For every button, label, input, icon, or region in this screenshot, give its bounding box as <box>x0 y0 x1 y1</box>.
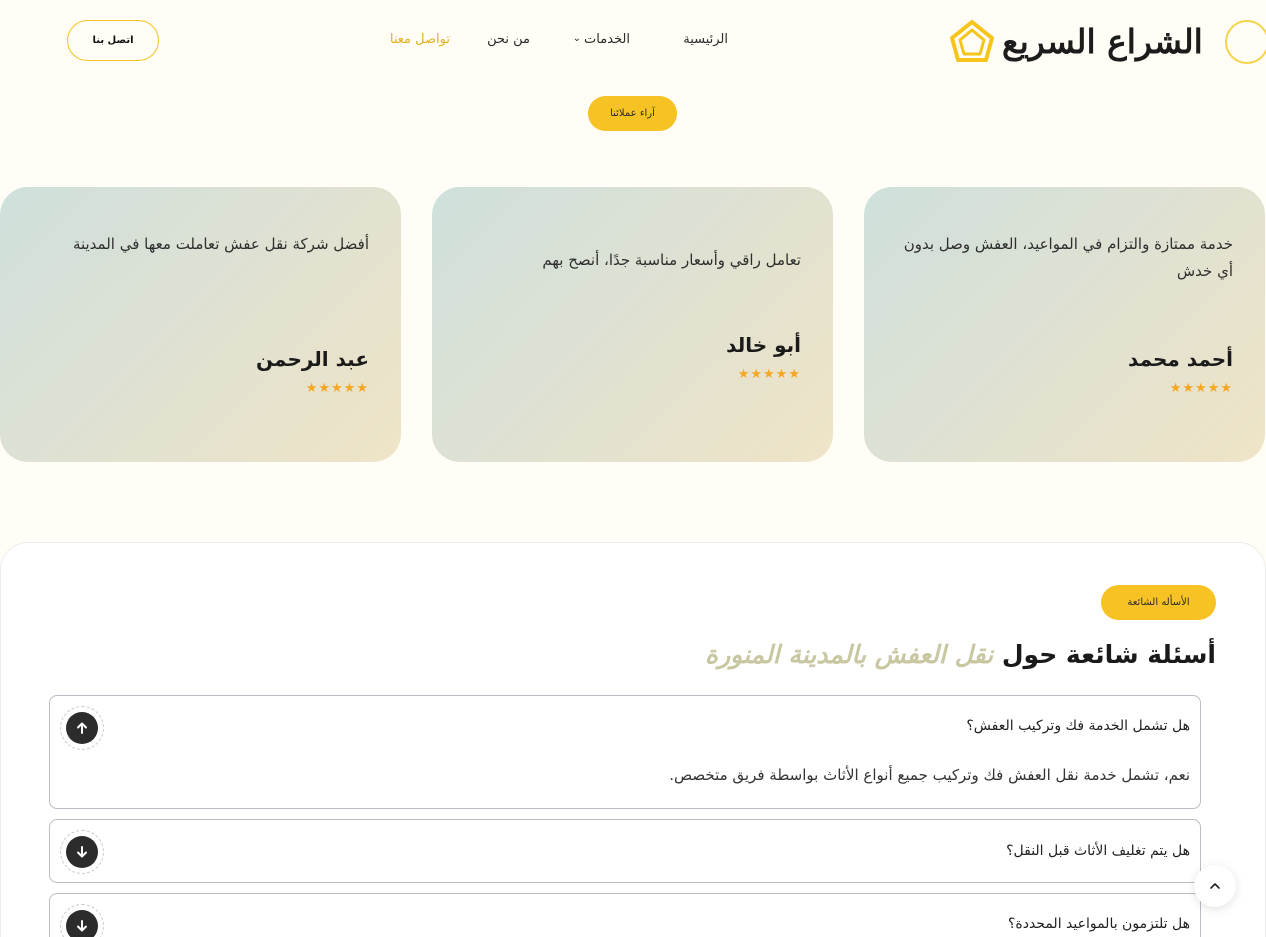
nav-home[interactable]: الرئيسية <box>683 32 728 47</box>
logo-text: الشراع السريع <box>1002 21 1204 61</box>
testimonial-card: أفضل شركة نقل عفش تعاملت معها في المدينة… <box>0 187 401 462</box>
decorative-circle <box>1225 20 1266 64</box>
house-logo-icon <box>950 20 994 62</box>
testimonial-card: خدمة ممتازة والتزام في المواعيد، العفش و… <box>864 187 1265 462</box>
arrow-down-circle-icon <box>66 836 98 868</box>
faq-pill: الأسأله الشائعة <box>1101 585 1216 620</box>
faq-title-plain: أسئلة شائعة حول <box>1001 640 1216 669</box>
testimonial-name: عبد الرحمن <box>256 347 369 371</box>
nav-services[interactable]: الخدمات ⌄ <box>573 32 630 47</box>
faq-question[interactable]: هل يتم تغليف الأثاث قبل النقل؟ <box>1006 843 1190 859</box>
faq-item[interactable]: هل يتم تغليف الأثاث قبل النقل؟ <box>49 819 1201 883</box>
faq-expand-toggle[interactable] <box>60 904 104 937</box>
testimonials-pill: آراء عملائنا <box>588 96 677 131</box>
main-nav: الرئيسية الخدمات ⌄ من نحن تواصل معنا <box>360 32 740 52</box>
nav-contact[interactable]: تواصل معنا <box>390 32 450 47</box>
site-header: الشراع السريع الرئيسية الخدمات ⌄ من نحن … <box>0 0 1266 84</box>
testimonial-name: أبو خالد <box>726 333 801 357</box>
faq-collapse-toggle[interactable] <box>60 706 104 750</box>
faq-answer: نعم، تشمل خدمة نقل العفش فك وتركيب جميع … <box>669 766 1190 784</box>
star-rating: ★★★★★ <box>305 381 369 396</box>
testimonial-name: أحمد محمد <box>1128 347 1233 371</box>
star-rating: ★★★★★ <box>1169 381 1233 396</box>
faq-expand-toggle[interactable] <box>60 830 104 874</box>
arrow-up-circle-icon <box>66 712 98 744</box>
nav-about[interactable]: من نحن <box>487 32 530 47</box>
testimonial-card: تعامل راقي وأسعار مناسبة جدًا، أنصح بهم … <box>432 187 833 462</box>
star-rating: ★★★★★ <box>737 367 801 382</box>
call-us-button[interactable]: اتصل بنا <box>67 20 159 61</box>
testimonial-quote: خدمة ممتازة والتزام في المواعيد، العفش و… <box>903 235 1233 280</box>
faq-title: أسئلة شائعة حول نقل العفش بالمدينة المنو… <box>705 640 1216 669</box>
faq-question[interactable]: هل تشمل الخدمة فك وتركيب العفش؟ <box>966 718 1190 734</box>
back-to-top-button[interactable] <box>1194 865 1236 907</box>
site-logo[interactable]: الشراع السريع <box>948 18 1208 64</box>
faq-item[interactable]: هل تلتزمون بالمواعيد المحددة؟ <box>49 893 1201 937</box>
chevron-down-icon: ⌄ <box>572 33 582 44</box>
faq-title-accent: نقل العفش بالمدينة المنورة <box>705 640 994 669</box>
arrow-down-circle-icon <box>66 910 98 937</box>
testimonial-quote: تعامل راقي وأسعار مناسبة جدًا، أنصح بهم <box>542 251 801 269</box>
faq-question[interactable]: هل تلتزمون بالمواعيد المحددة؟ <box>1008 916 1190 932</box>
nav-services-label: الخدمات <box>584 32 630 47</box>
testimonial-quote: أفضل شركة نقل عفش تعاملت معها في المدينة <box>72 235 369 253</box>
chevron-up-icon <box>1210 883 1220 889</box>
faq-item[interactable]: هل تشمل الخدمة فك وتركيب العفش؟ نعم، تشم… <box>49 695 1201 809</box>
